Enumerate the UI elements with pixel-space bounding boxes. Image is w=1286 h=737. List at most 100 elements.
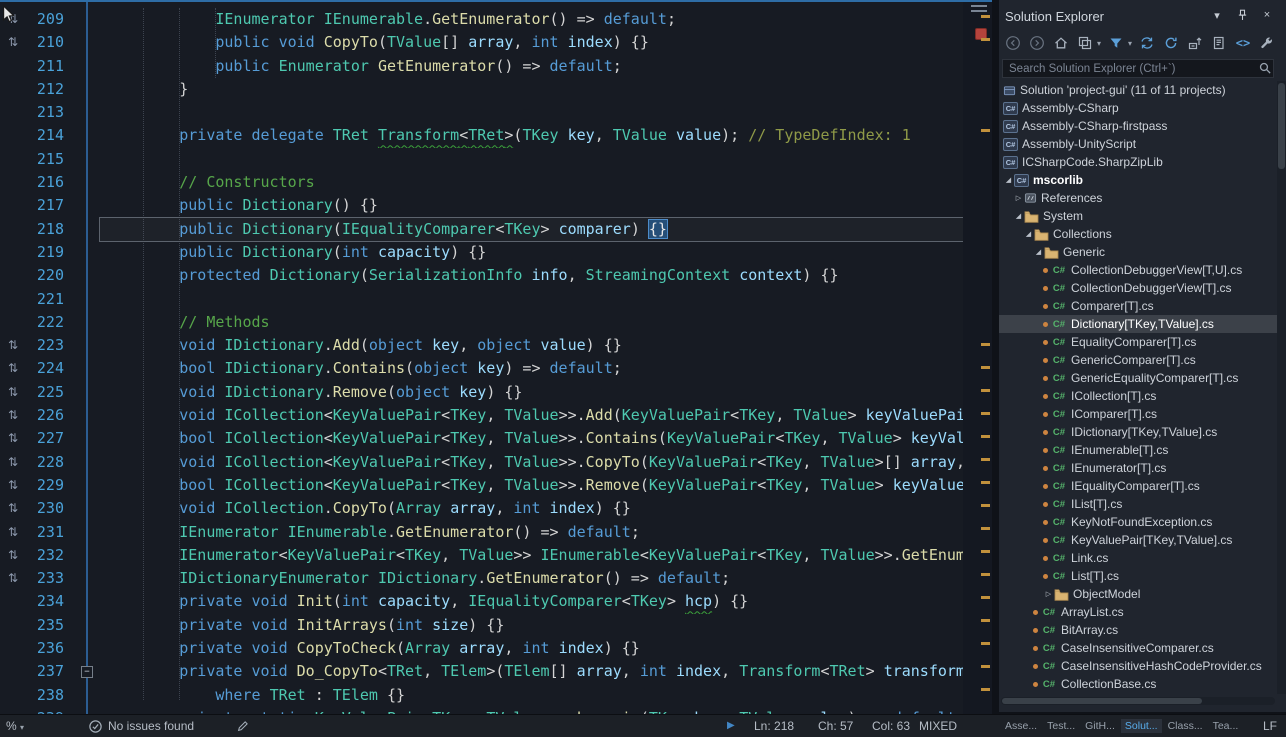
- tree-item-dictionary-tkey-tvalue-cs[interactable]: C#Dictionary[TKey,TValue].cs: [999, 315, 1277, 333]
- code-line[interactable]: ⇅233 IDictionaryEnumerator IDictionary.G…: [0, 567, 963, 590]
- code-line[interactable]: ⇅224 bool IDictionary.Contains(object ke…: [0, 357, 963, 380]
- implements-margin-icon[interactable]: ⇅: [0, 334, 26, 357]
- line-number[interactable]: 214: [26, 124, 72, 147]
- implements-margin-icon[interactable]: ⇅: [0, 404, 26, 427]
- collapse-all-button[interactable]: [1186, 34, 1204, 52]
- line-number[interactable]: 216: [26, 171, 72, 194]
- search-icon[interactable]: [1258, 61, 1272, 80]
- tree-item-genericequalitycomparer-t-cs[interactable]: C#GenericEqualityComparer[T].cs: [999, 369, 1277, 387]
- line-number[interactable]: 224: [26, 357, 72, 380]
- tree-item-keyvaluepair-tkey-tvalue-cs[interactable]: C#KeyValuePair[TKey,TValue].cs: [999, 531, 1277, 549]
- code-line[interactable]: ⇅229 bool ICollection<KeyValuePair<TKey,…: [0, 474, 963, 497]
- line-number[interactable]: 222: [26, 311, 72, 334]
- tree-item-bitarray-cs[interactable]: C#BitArray.cs: [999, 621, 1277, 639]
- line-number[interactable]: 219: [26, 241, 72, 264]
- zoom-control[interactable]: % ▾: [6, 715, 24, 737]
- expander-closed-icon[interactable]: ▷: [1043, 590, 1054, 598]
- implements-margin-icon[interactable]: ⇅: [0, 451, 26, 474]
- implements-margin-icon[interactable]: ⇅: [0, 497, 26, 520]
- line-number[interactable]: 229: [26, 474, 72, 497]
- view-code-button[interactable]: <>: [1234, 34, 1252, 52]
- tree-item-caseinsensitivecomparer-cs[interactable]: C#CaseInsensitiveComparer.cs: [999, 639, 1277, 657]
- tree-item-keynotfoundexception-cs[interactable]: C#KeyNotFoundException.cs: [999, 513, 1277, 531]
- panel-tab-asse[interactable]: Asse...: [1001, 719, 1041, 733]
- code-line[interactable]: 219 public Dictionary(int capacity) {}: [0, 241, 963, 264]
- panel-tab-class[interactable]: Class...: [1164, 719, 1207, 733]
- tree-item-comparer-t-cs[interactable]: C#Comparer[T].cs: [999, 297, 1277, 315]
- tree-item-assembly-csharp[interactable]: C#Assembly-CSharp: [999, 99, 1277, 117]
- tree-item-iequalitycomparer-t-cs[interactable]: C#IEqualityComparer[T].cs: [999, 477, 1277, 495]
- code-line[interactable]: 234 private void Init(int capacity, IEqu…: [0, 590, 963, 613]
- tree-item-icsharpcode-sharpziplib[interactable]: C#ICSharpCode.SharpZipLib: [999, 153, 1277, 171]
- splitter-grip-icon[interactable]: [971, 5, 987, 12]
- tree-item-genericcomparer-t-cs[interactable]: C#GenericComparer[T].cs: [999, 351, 1277, 369]
- implements-margin-icon[interactable]: ⇅: [0, 357, 26, 380]
- line-number[interactable]: 233: [26, 567, 72, 590]
- code-line[interactable]: 237− private void Do_CopyTo<TRet, TElem>…: [0, 660, 963, 683]
- panel-tab-test[interactable]: Test...: [1043, 719, 1079, 733]
- tree-item-link-cs[interactable]: C#Link.cs: [999, 549, 1277, 567]
- code-line[interactable]: ⇅210 public void CopyTo(TValue[] array, …: [0, 31, 963, 54]
- line-number[interactable]: 239: [26, 707, 72, 714]
- code-line[interactable]: 211 public Enumerator GetEnumerator() =>…: [0, 55, 963, 78]
- line-number[interactable]: 218: [26, 218, 72, 241]
- panel-tab-gith[interactable]: GitH...: [1081, 719, 1119, 733]
- code-line[interactable]: 238 where TRet : TElem {}: [0, 684, 963, 707]
- edit-pencil-icon[interactable]: [236, 719, 250, 734]
- refresh-button[interactable]: [1162, 34, 1180, 52]
- scroll-right-icon[interactable]: ▶: [727, 715, 735, 737]
- code-line[interactable]: 236 private void CopyToCheck(Array array…: [0, 637, 963, 660]
- expander-open-icon[interactable]: ◢: [1013, 212, 1024, 220]
- tree-item-equalitycomparer-t-cs[interactable]: C#EqualityComparer[T].cs: [999, 333, 1277, 351]
- expander-open-icon[interactable]: ◢: [1033, 248, 1044, 256]
- status-line-ending-mixed[interactable]: MIXED: [919, 715, 957, 737]
- tree-item-icomparer-t-cs[interactable]: C#IComparer[T].cs: [999, 405, 1277, 423]
- expander-open-icon[interactable]: ◢: [1023, 230, 1034, 238]
- tree-item-collections[interactable]: ◢Collections: [999, 225, 1277, 243]
- implements-margin-icon[interactable]: ⇅: [0, 381, 26, 404]
- code-line[interactable]: ⇅232 IEnumerator<KeyValuePair<TKey, TVal…: [0, 544, 963, 567]
- code-line[interactable]: 215: [0, 148, 963, 171]
- status-col[interactable]: Col: 63: [872, 715, 910, 737]
- tree-item-idictionary-tkey-tvalue-cs[interactable]: C#IDictionary[TKey,TValue].cs: [999, 423, 1277, 441]
- implements-margin-icon[interactable]: ⇅: [0, 8, 26, 31]
- chevron-down-icon[interactable]: ▾: [1128, 39, 1132, 48]
- line-number[interactable]: 225: [26, 381, 72, 404]
- line-number[interactable]: 237: [26, 660, 72, 683]
- code-line[interactable]: ⇅230 void ICollection.CopyTo(Array array…: [0, 497, 963, 520]
- properties-wrench-button[interactable]: [1258, 34, 1276, 52]
- pin-icon[interactable]: [1235, 8, 1249, 22]
- code-line[interactable]: 220 protected Dictionary(SerializationIn…: [0, 264, 963, 287]
- chevron-down-icon[interactable]: ▾: [1097, 39, 1101, 48]
- search-input[interactable]: [1002, 59, 1274, 78]
- line-number[interactable]: 226: [26, 404, 72, 427]
- implements-margin-icon[interactable]: ⇅: [0, 31, 26, 54]
- tree-horizontal-scrollbar[interactable]: [1001, 697, 1275, 705]
- expander-closed-icon[interactable]: ▷: [1013, 194, 1024, 202]
- line-number[interactable]: 235: [26, 614, 72, 637]
- line-number[interactable]: 209: [26, 8, 72, 31]
- code-line[interactable]: ⇅225 void IDictionary.Remove(object key)…: [0, 381, 963, 404]
- implements-margin-icon[interactable]: ⇅: [0, 521, 26, 544]
- code-line[interactable]: 221: [0, 288, 963, 311]
- code-line[interactable]: 235 private void InitArrays(int size) {}: [0, 614, 963, 637]
- line-number[interactable]: 234: [26, 590, 72, 613]
- tree-item-collectionbase-cs[interactable]: C#CollectionBase.cs: [999, 675, 1277, 693]
- tree-item-references[interactable]: ▷References: [999, 189, 1277, 207]
- back-button[interactable]: [1004, 34, 1022, 52]
- fold-collapse-marker[interactable]: −: [72, 660, 100, 683]
- code-line[interactable]: 222 // Methods: [0, 311, 963, 334]
- editor-vertical-scrollbar[interactable]: [963, 0, 992, 714]
- code-line[interactable]: 213: [0, 101, 963, 124]
- code-line[interactable]: ⇅226 void ICollection<KeyValuePair<TKey,…: [0, 404, 963, 427]
- line-number[interactable]: 236: [26, 637, 72, 660]
- tree-item-arraylist-cs[interactable]: C#ArrayList.cs: [999, 603, 1277, 621]
- line-number[interactable]: 212: [26, 78, 72, 101]
- panel-tab-solut[interactable]: Solut...: [1121, 719, 1162, 733]
- line-number[interactable]: 228: [26, 451, 72, 474]
- code-line[interactable]: 239 private static KeyValuePair<TKey, TV…: [0, 707, 963, 714]
- line-number[interactable]: 220: [26, 264, 72, 287]
- tree-item-objectmodel[interactable]: ▷ObjectModel: [999, 585, 1277, 603]
- tree-item-caseinsensitivehashcodeprovider-cs[interactable]: C#CaseInsensitiveHashCodeProvider.cs: [999, 657, 1277, 675]
- code-line[interactable]: ⇅227 bool ICollection<KeyValuePair<TKey,…: [0, 427, 963, 450]
